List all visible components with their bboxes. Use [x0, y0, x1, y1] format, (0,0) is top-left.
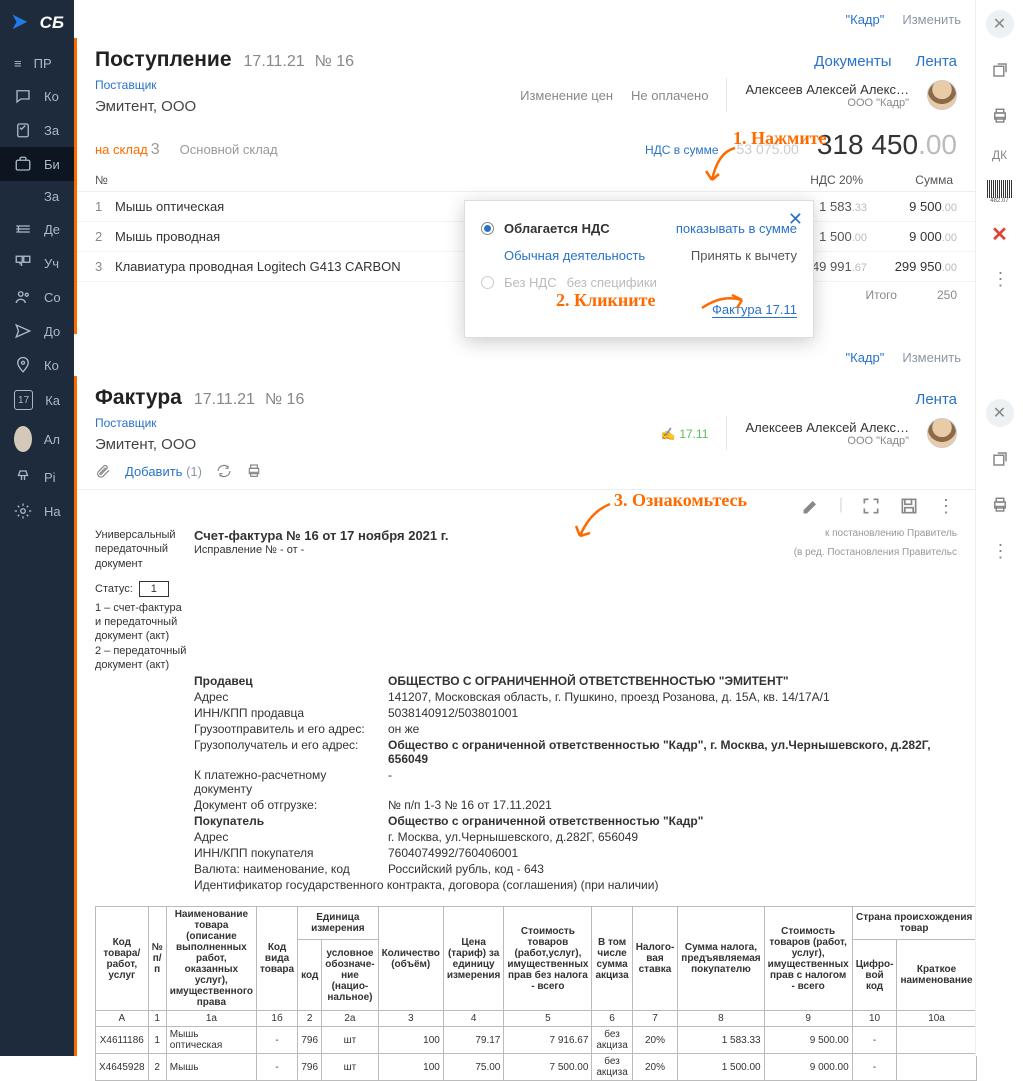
col-sum: Сумма: [863, 173, 953, 187]
supplier-name-2[interactable]: Эмитент, ООО: [95, 436, 196, 453]
barcode-icon[interactable]: 482.07: [987, 180, 1013, 204]
calendar-icon: 17: [14, 390, 33, 410]
change-link[interactable]: Изменить: [902, 12, 961, 27]
vat-popup: ✕ Облагается НДСпоказывать в сумме Обычн…: [464, 200, 814, 338]
briefcase-icon: [14, 155, 32, 173]
unpaid-status: Не оплачено: [631, 88, 708, 103]
owner-name[interactable]: Алексеев Алексей Алекс…: [745, 82, 909, 97]
close-icon-2[interactable]: ✕: [986, 399, 1014, 427]
receipt-number: № 16: [315, 53, 354, 71]
nav-item-2[interactable]: За: [0, 113, 74, 147]
change-link-2[interactable]: Изменить: [902, 350, 961, 365]
newwin-icon[interactable]: [986, 56, 1014, 84]
nav-item-5[interactable]: Де: [0, 212, 74, 246]
nav-item-9[interactable]: Ко: [0, 348, 74, 382]
owner-name-2[interactable]: Алексеев Алексей Алекс…: [745, 420, 909, 435]
brand-logo-icon: [10, 12, 30, 34]
nav-item-7[interactable]: Со: [0, 280, 74, 314]
bell-icon: [14, 468, 32, 486]
supplier-label: Поставщик: [95, 78, 196, 92]
send-icon: [14, 322, 32, 340]
supplier-label-2: Поставщик: [95, 416, 196, 430]
nav-item-10[interactable]: 17Ка: [0, 382, 74, 418]
org-link-2[interactable]: "Кадр": [846, 350, 885, 365]
doc-kind: Универсальный передаточный документ Стат…: [95, 528, 190, 672]
tab-documents[interactable]: Документы: [814, 53, 891, 70]
nav-item-8[interactable]: До: [0, 314, 74, 348]
chat-icon: [14, 87, 32, 105]
avatar-icon: [14, 426, 32, 452]
nav-item-4[interactable]: За: [0, 181, 74, 212]
receipt-date: 17.11.21: [244, 53, 305, 71]
org-link[interactable]: "Кадр": [846, 12, 885, 27]
nav-item-6[interactable]: Уч: [0, 246, 74, 280]
col-num: №: [95, 173, 125, 187]
popup-close-icon[interactable]: ✕: [788, 209, 803, 230]
menu-icon: ≡: [14, 56, 22, 71]
receipt-title: Поступление: [95, 48, 232, 72]
nav-item-1[interactable]: Ко: [0, 79, 74, 113]
brand-name: СБ: [40, 13, 64, 33]
nav-item-0[interactable]: ≡ПР: [0, 48, 74, 79]
dk-label[interactable]: ДК: [992, 148, 1007, 162]
owner-avatar[interactable]: [927, 80, 957, 110]
red-x-icon[interactable]: ✕: [991, 222, 1008, 247]
activity-type[interactable]: Обычная деятельность: [504, 248, 645, 263]
vat-display-mode[interactable]: показывать в сумме: [676, 221, 797, 236]
left-nav: СБ ≡ПР Ко За Би За Де Уч Со До Ко 17Ка А…: [0, 0, 74, 1056]
warehouse-label[interactable]: на склад: [95, 142, 148, 157]
add-button[interactable]: Добавить (1): [125, 464, 202, 479]
invoice-row: X46111861Мышь оптическая-796шт10079.177 …: [96, 1027, 977, 1054]
invoice-date: 17.11.21: [194, 391, 255, 409]
tab-feed[interactable]: Лента: [915, 53, 957, 70]
tab-feed-2[interactable]: Лента: [915, 391, 957, 408]
grid-icon: [14, 254, 32, 272]
nav-item-11[interactable]: Ал: [0, 418, 74, 460]
right-sidebar: ✕ ДК 482.07 ✕ ⋮ ✕ ⋮: [975, 0, 1023, 1056]
print-side-icon[interactable]: [986, 102, 1014, 130]
nav-item-12[interactable]: Pi: [0, 460, 74, 494]
more-side-icon-2[interactable]: ⋮: [986, 537, 1014, 565]
invoice-row: X46459282Мышь-796шт10075.007 500.00без а…: [96, 1054, 977, 1081]
save-icon[interactable]: [899, 496, 919, 516]
owner-org: ООО "Кадр": [745, 97, 909, 109]
location-icon: [14, 356, 32, 374]
topbar-1: "Кадр" Изменить: [74, 0, 975, 38]
doc-header: Счет-фактура № 16 от 17 ноября 2021 г.: [194, 528, 448, 543]
owner-org-2: ООО "Кадр": [745, 435, 909, 447]
invoice-number: № 16: [265, 391, 304, 409]
owner-avatar-2[interactable]: [927, 418, 957, 448]
people-icon: [14, 288, 32, 306]
close-icon[interactable]: ✕: [986, 10, 1014, 38]
nav-item-3[interactable]: Би: [0, 147, 74, 181]
invoice-table: Код товара/ работ, услуг № п/п Наименова…: [95, 906, 977, 1081]
refresh-icon[interactable]: [216, 463, 232, 479]
radio-novat[interactable]: [481, 276, 494, 289]
invoice-title: Фактура: [95, 386, 182, 410]
newwin-icon-2[interactable]: [986, 445, 1014, 473]
money-icon: [14, 220, 32, 238]
attach-icon[interactable]: [95, 463, 111, 479]
warehouse-name[interactable]: Основной склад: [180, 142, 278, 157]
vat-label[interactable]: НДС в сумме: [645, 143, 719, 157]
gear-icon: [14, 502, 32, 520]
invoice-panel: Фактура 17.11.21 № 16 Лента Поставщик Эм…: [74, 376, 975, 1056]
supplier-name[interactable]: Эмитент, ООО: [95, 98, 196, 115]
col-vat: НДС 20%: [783, 173, 863, 187]
radio-vat[interactable]: [481, 222, 494, 235]
signed-icon: ✍: [661, 427, 676, 441]
invoice-link[interactable]: Фактура 17.11: [712, 302, 797, 318]
nav-item-13[interactable]: На: [0, 494, 74, 528]
print-side-icon-2[interactable]: [986, 491, 1014, 519]
price-change-link[interactable]: Изменение цен: [520, 88, 613, 103]
clipboard-icon: [14, 121, 32, 139]
total-sum: 318 450.00: [817, 129, 957, 161]
more-icon[interactable]: ⋮: [937, 496, 957, 516]
edit-icon[interactable]: [801, 496, 821, 516]
topbar-2: "Кадр" Изменить: [74, 338, 975, 376]
print-icon[interactable]: [246, 463, 262, 479]
fullscreen-icon[interactable]: [861, 496, 881, 516]
more-side-icon[interactable]: ⋮: [986, 265, 1014, 293]
